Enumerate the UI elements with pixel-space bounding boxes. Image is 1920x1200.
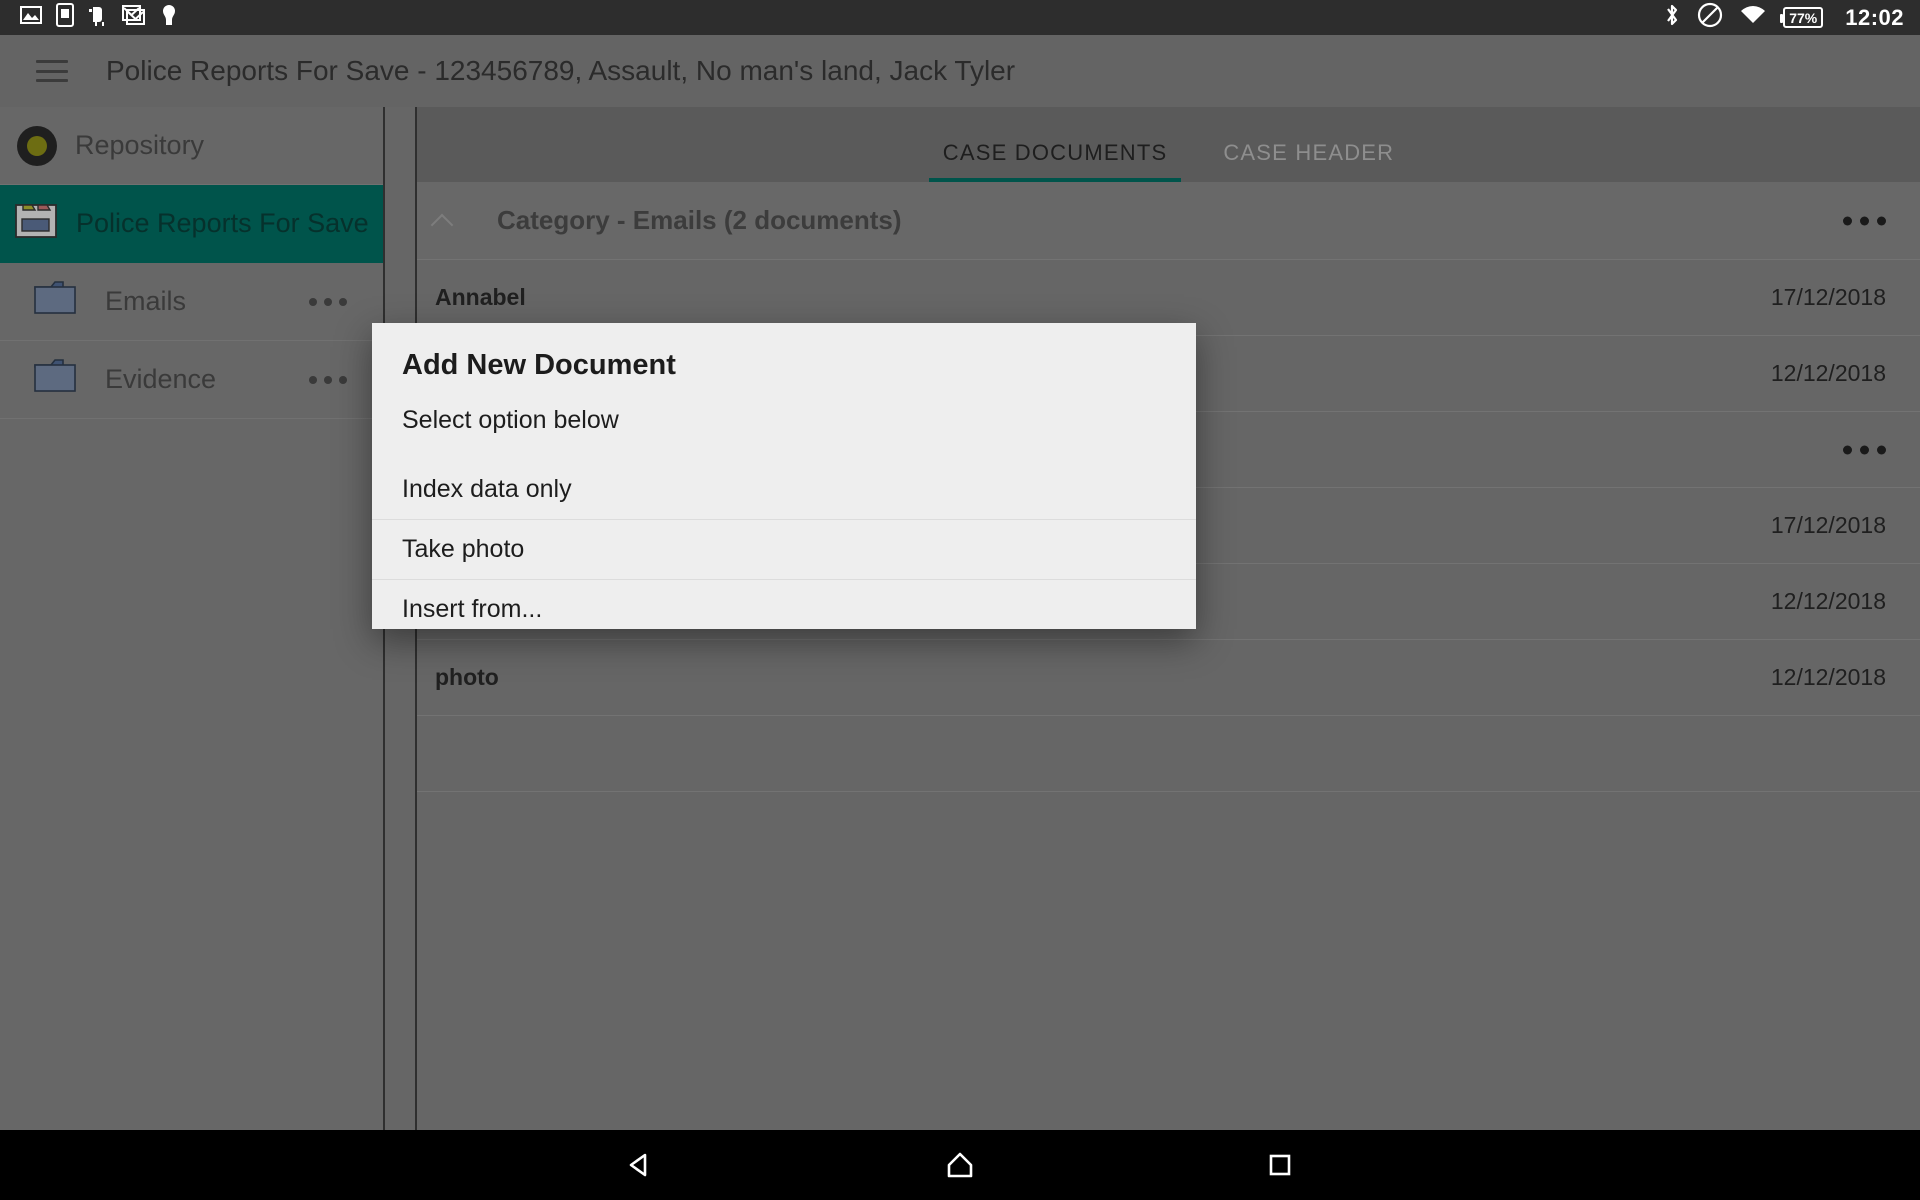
- overflow-menu-icon[interactable]: [309, 376, 347, 384]
- document-name: Annabel: [435, 284, 526, 311]
- back-button[interactable]: [605, 1130, 675, 1200]
- dialog-subtitle: Select option below: [372, 382, 1196, 435]
- case-folder-icon: [14, 201, 58, 246]
- sidebar[interactable]: Repository Police Reports For Save Email…: [0, 107, 383, 1130]
- wifi-icon: [1739, 4, 1767, 31]
- battery-percent: 77%: [1789, 11, 1817, 25]
- sidebar-item-police-reports-for-save[interactable]: Police Reports For Save: [0, 185, 383, 263]
- recents-button[interactable]: [1245, 1130, 1315, 1200]
- table-row-empty: [417, 716, 1920, 792]
- dialog-title: Add New Document: [372, 323, 1196, 382]
- bluetooth-icon: [1663, 2, 1681, 33]
- overflow-menu-icon[interactable]: [309, 298, 347, 306]
- sidebar-item-evidence[interactable]: Evidence: [0, 341, 383, 419]
- category-header[interactable]: Category - Emails (2 documents): [417, 182, 1920, 260]
- screenshot-icon: [56, 3, 74, 32]
- repository-icon: [17, 126, 57, 166]
- page-title: Police Reports For Save - 123456789, Ass…: [106, 55, 1015, 87]
- sidebar-item-repository[interactable]: Repository: [0, 107, 383, 185]
- hamburger-icon[interactable]: [36, 60, 68, 82]
- recents-square-icon: [1263, 1148, 1297, 1182]
- sidebar-item-label: Police Reports For Save: [76, 208, 369, 239]
- folder-icon: [33, 357, 79, 402]
- document-date: 12/12/2018: [1771, 664, 1886, 691]
- sidebar-item-label: Emails: [105, 286, 186, 317]
- sidebar-item-emails[interactable]: Emails: [0, 263, 383, 341]
- app-bar: Police Reports For Save - 123456789, Ass…: [0, 35, 1920, 107]
- overflow-menu-icon[interactable]: [1843, 445, 1886, 454]
- dialog-option-insert-from[interactable]: Insert from...: [372, 579, 1196, 639]
- sidebar-item-label: Evidence: [105, 364, 216, 395]
- tab-bar: CASE DOCUMENTS CASE HEADER: [417, 107, 1920, 182]
- chevron-up-icon[interactable]: [431, 210, 453, 232]
- status-bar: 77% 12:02: [0, 0, 1920, 35]
- status-bar-clock: 12:02: [1845, 5, 1904, 31]
- dialog-option-take-photo[interactable]: Take photo: [372, 519, 1196, 579]
- add-new-document-dialog: Add New Document Select option below Ind…: [372, 323, 1196, 629]
- home-button[interactable]: [925, 1130, 995, 1200]
- tab-case-documents[interactable]: CASE DOCUMENTS: [915, 140, 1196, 182]
- image-icon: [20, 4, 42, 31]
- sidebar-item-label: Repository: [75, 130, 204, 161]
- battery-indicator: 77%: [1783, 7, 1823, 28]
- document-date: 12/12/2018: [1771, 360, 1886, 387]
- android-nav-bar: [0, 1130, 1920, 1200]
- document-date: 17/12/2018: [1771, 284, 1886, 311]
- home-icon: [941, 1146, 979, 1184]
- do-not-disturb-icon: [1697, 2, 1723, 33]
- keyhole-icon: [160, 3, 178, 32]
- notification-icons: [20, 3, 178, 32]
- dialog-option-index-data-only[interactable]: Index data only: [372, 459, 1196, 519]
- tab-case-header[interactable]: CASE HEADER: [1195, 140, 1422, 182]
- overflow-menu-icon[interactable]: [1843, 216, 1886, 225]
- document-date: 17/12/2018: [1771, 512, 1886, 539]
- content-filler: [417, 792, 1920, 992]
- table-row[interactable]: photo 12/12/2018: [417, 640, 1920, 716]
- category-title: Category - Emails (2 documents): [497, 205, 902, 236]
- document-date: 12/12/2018: [1771, 588, 1886, 615]
- document-name: photo: [435, 664, 499, 691]
- usb-debug-icon: [88, 3, 108, 32]
- gmail-icon: [122, 4, 146, 31]
- back-triangle-icon: [622, 1147, 658, 1183]
- system-icons: 77% 12:02: [1663, 2, 1904, 33]
- folder-icon: [33, 279, 79, 324]
